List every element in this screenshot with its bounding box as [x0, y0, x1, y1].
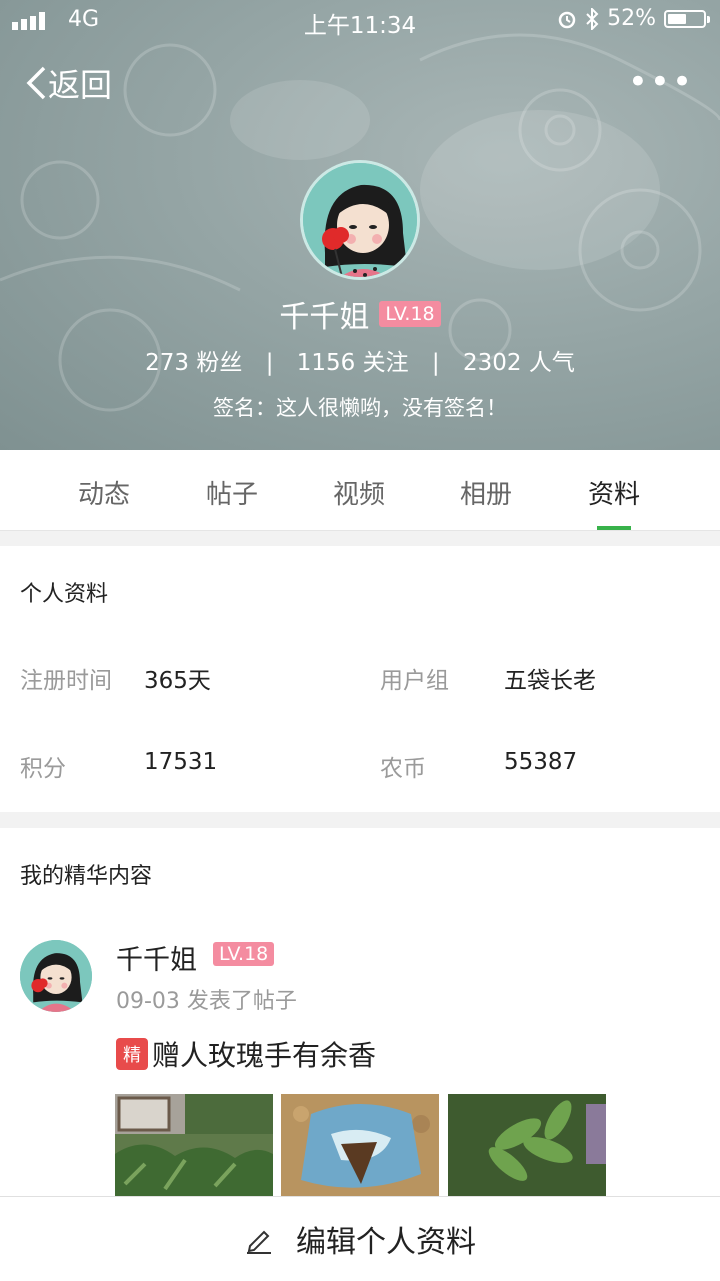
pencil-icon	[247, 1230, 271, 1254]
alarm-icon	[558, 11, 576, 28]
bag-photo	[281, 1094, 439, 1198]
field-value-register: 365天	[144, 668, 211, 694]
field-label-coins: 农币	[380, 756, 426, 782]
tab-posts[interactable]: 帖子	[182, 474, 282, 511]
level-badge: LV.18	[379, 301, 441, 327]
field-label-usergroup: 用户组	[380, 668, 449, 694]
back-button[interactable]: 返回	[24, 60, 112, 106]
tab-albums[interactable]: 相册	[436, 474, 536, 511]
post-image-1[interactable]	[115, 1094, 273, 1198]
battery-icon	[664, 9, 710, 28]
field-value-coins: 55387	[504, 749, 578, 775]
profile-header: 4G 上午11:34 52% 返回 ••• 千千姐 LV.18 273 粉丝 |…	[0, 0, 720, 450]
status-bar: 4G 上午11:34 52%	[0, 0, 720, 40]
featured-title: 我的精华内容	[20, 864, 153, 889]
bluetooth-icon	[586, 7, 599, 30]
edit-profile-button[interactable]: 编辑个人资料	[0, 1196, 720, 1281]
post-image-3[interactable]	[448, 1094, 606, 1198]
battery-percent: 52%	[607, 6, 656, 31]
edit-profile-label: 编辑个人资料	[296, 1225, 476, 1260]
more-button[interactable]: •••	[628, 62, 694, 102]
post-avatar[interactable]	[20, 940, 92, 1012]
tab-videos[interactable]: 视频	[309, 474, 409, 511]
personal-info-title: 个人资料	[20, 582, 109, 607]
field-value-points: 17531	[144, 749, 218, 775]
personal-info-card: 个人资料 注册时间 365天 用户组 五袋长老 积分 17531 农币 5538…	[0, 546, 720, 812]
popularity-count: 2302 人气	[462, 350, 575, 376]
post-title-text: 赠人玫瑰手有余香	[152, 1039, 377, 1072]
field-value-usergroup: 五袋长老	[504, 668, 596, 694]
tab-dynamics[interactable]: 动态	[54, 474, 154, 511]
post-image-2[interactable]	[281, 1094, 439, 1198]
avatar[interactable]	[300, 160, 420, 280]
active-tab-indicator	[597, 526, 631, 530]
post-author[interactable]: 千千姐	[116, 938, 197, 977]
field-label-register: 注册时间	[20, 668, 112, 694]
signature: 签名：这人很懒哟，没有签名！	[213, 396, 507, 420]
profile-stats: 273 粉丝 | 1156 关注 | 2302 人气	[0, 343, 720, 377]
stats-separator: |	[265, 350, 274, 376]
avatar-illustration	[20, 940, 92, 1012]
fans-count[interactable]: 273 粉丝	[145, 350, 242, 376]
chevron-left-icon	[26, 66, 46, 100]
featured-badge: 精	[116, 1038, 148, 1070]
garden-photo	[115, 1094, 273, 1198]
stats-separator: |	[431, 350, 440, 376]
profile-name: 千千姐	[279, 300, 370, 335]
plant-photo	[448, 1094, 606, 1198]
post-meta: 09-03 发表了帖子	[116, 989, 297, 1014]
field-label-points: 积分	[20, 756, 66, 782]
back-label: 返回	[48, 66, 113, 104]
post-title[interactable]: 精 赠人玫瑰手有余香	[116, 1034, 376, 1074]
profile-tabs: 动态 帖子 视频 相册 资料	[0, 450, 720, 531]
tab-profile[interactable]: 资料	[564, 474, 664, 511]
post-level-badge: LV.18	[213, 942, 275, 966]
following-count[interactable]: 1156 关注	[297, 350, 409, 376]
